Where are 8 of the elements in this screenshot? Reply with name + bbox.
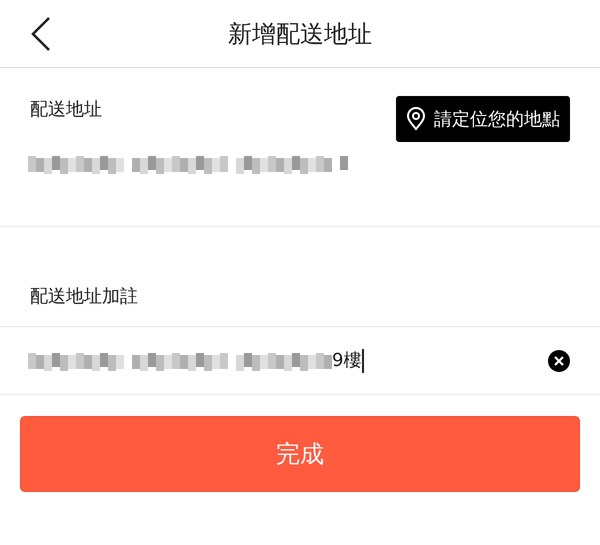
location-pin-icon <box>406 107 426 131</box>
field-label: 配送地址加註 <box>30 285 138 309</box>
back-icon[interactable] <box>30 16 52 52</box>
locate-button[interactable]: 請定位您的地點 <box>396 96 570 142</box>
input-field[interactable]: 9樓 <box>28 347 548 374</box>
clear-icon[interactable] <box>548 350 570 372</box>
field-label: 配送地址 <box>30 98 102 122</box>
page-title: 新增配送地址 <box>228 18 372 50</box>
